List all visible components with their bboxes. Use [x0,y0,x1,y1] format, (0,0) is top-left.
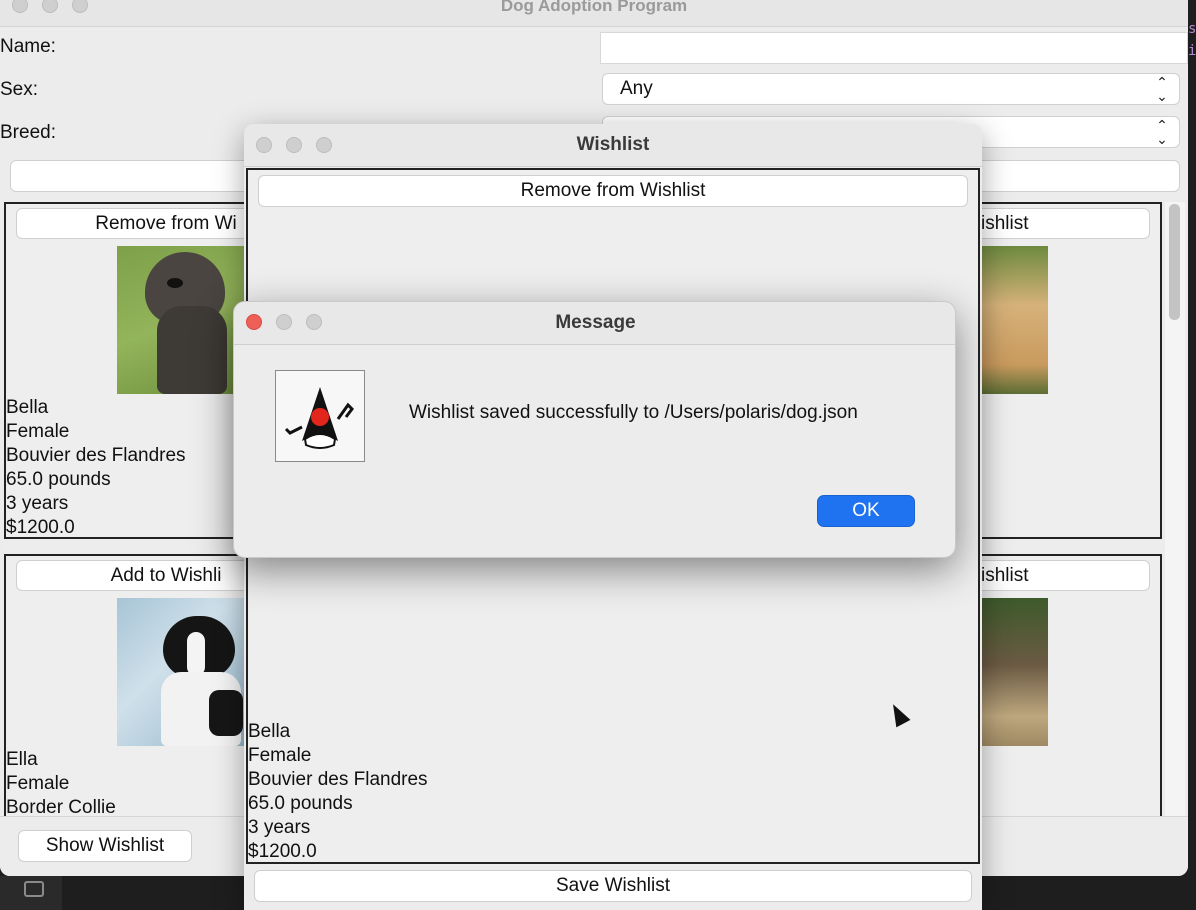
dog-weight: 65.0 pounds [6,469,111,490]
save-wishlist-button[interactable]: Save Wishlist [254,870,972,902]
dog-price: $1200.0 [248,841,317,862]
dog-sex: Female [248,745,312,766]
java-duke-icon [275,370,365,462]
message-text: Wishlist saved successfully to /Users/po… [409,402,858,423]
select-arrows-icon: ⌃ ⌄ [1156,74,1168,104]
dog-photo-right-2 [982,598,1048,746]
message-title: Message [555,312,636,333]
dog-breed: Bouvier des Flandres [6,445,186,466]
wishlist-window-title: Wishlist [576,134,650,155]
dog-name: Bella [6,397,49,418]
dog-photo-ella [117,598,257,746]
name-label: Name: [0,36,56,57]
dog-breed: Bouvier des Flandres [248,769,428,790]
ok-button[interactable]: OK [817,495,915,527]
name-input[interactable] [600,32,1188,64]
dog-weight: 65.0 pounds [248,793,353,814]
wishlist-button[interactable]: ishlist [960,208,1150,239]
breed-label: Breed: [0,122,56,143]
sex-label: Sex: [0,79,39,100]
sex-select[interactable]: Any ⌃ ⌄ [602,73,1180,105]
dog-name: Bella [248,721,291,742]
grid-scrollbar-thumb[interactable] [1169,204,1180,320]
dog-name: Ella [6,749,38,770]
dog-info-ella: Ella Female Border Collie [6,748,116,820]
printer-icon [24,881,44,897]
remove-from-wishlist-button[interactable]: Remove from Wishlist [258,175,968,207]
show-wishlist-button[interactable]: Show Wishlist [18,830,192,862]
dog-sex: Female [6,421,70,442]
dog-photo-right-1 [982,246,1048,394]
dog-age: 3 years [248,817,311,838]
dog-sex: Female [6,773,70,794]
wishlist-dog-info: Bella Female Bouvier des Flandres 65.0 p… [248,720,428,864]
sex-select-value: Any [620,78,653,99]
message-dialog: Message Wishlist saved successfully to /… [233,301,956,558]
wishlist-button[interactable]: ishlist [960,560,1150,591]
main-window-title: Dog Adoption Program [500,0,688,15]
select-arrows-icon: ⌃ ⌄ [1156,117,1168,147]
background-editor-edge: si [1188,21,1196,59]
dog-age: 3 years [6,493,69,514]
dock-item[interactable] [0,876,62,910]
dog-info-bella: Bella Female Bouvier des Flandres 65.0 p… [6,396,186,540]
dog-price: $1200.0 [6,517,75,538]
